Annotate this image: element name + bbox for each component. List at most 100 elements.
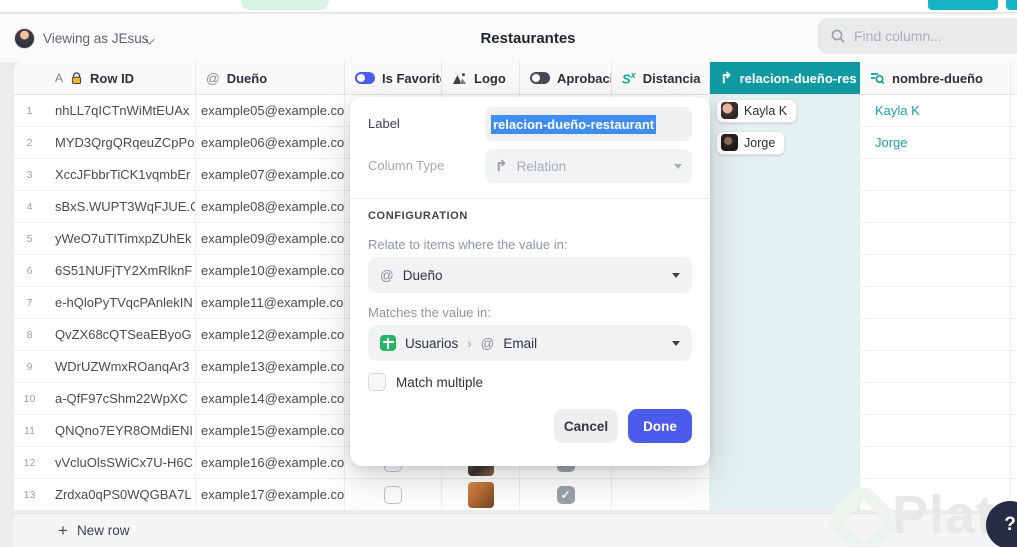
new-row-button[interactable]: New row xyxy=(77,523,130,538)
row-number: 6 xyxy=(26,264,33,277)
relation-chip[interactable]: Jorge xyxy=(716,130,786,155)
aprobacion-checkbox[interactable]: ✓ xyxy=(556,485,575,504)
cell-sliver xyxy=(1011,191,1017,222)
row-number: 7 xyxy=(26,296,33,309)
column-label: Row ID xyxy=(90,70,135,86)
cell-relacion[interactable] xyxy=(710,319,860,350)
cell-nombre-dueno[interactable]: Jorge xyxy=(860,127,1011,158)
relate-to-label: Relate to items where the value in: xyxy=(368,237,568,252)
column-header-relacion-selected[interactable]: ↱ relacion-dueño-res xyxy=(710,62,860,94)
table-footer: + New row xyxy=(14,513,1017,547)
cell-distancia[interactable] xyxy=(612,479,710,510)
cell-dueno[interactable]: example11@example.com xyxy=(196,287,345,318)
cell-dueno[interactable]: example12@example.com xyxy=(196,319,345,350)
cell-aprobacion[interactable]: ✓ xyxy=(520,479,612,510)
cell-nombre-dueno[interactable] xyxy=(860,479,1011,510)
label-input[interactable]: relacion-dueño-restaurant xyxy=(485,107,692,141)
cell-row-id[interactable]: XccJFbbrTiCK1vqmbEr xyxy=(45,159,196,190)
cell-nombre-dueno[interactable] xyxy=(860,383,1011,414)
cell-row-id[interactable]: MYD3QrgQRqeuZCpPo xyxy=(45,127,196,158)
toolbar-button-cut xyxy=(928,0,998,10)
boolean-toggle-icon xyxy=(355,72,375,84)
cell-row-id[interactable]: vVcluOlsSWiCx7U-H6C xyxy=(45,447,196,478)
column-header-logo[interactable]: Logo xyxy=(442,62,520,94)
cell-logo[interactable] xyxy=(442,479,520,510)
cell-row-id[interactable]: Zrdxa0qPS0WQGBA7L xyxy=(45,479,196,510)
search-input[interactable] xyxy=(854,28,1004,44)
cell-row-id[interactable]: e-hQloPyTVqcPAnlekIN xyxy=(45,287,196,318)
column-header-dueno[interactable]: @ Dueño xyxy=(196,62,345,94)
relation-chip[interactable]: Kayla K xyxy=(716,98,798,123)
cell-relacion[interactable] xyxy=(710,191,860,222)
cell-dueno[interactable]: example08@example.com xyxy=(196,191,345,222)
cell-relacion[interactable] xyxy=(710,255,860,286)
cell-nombre-dueno[interactable] xyxy=(860,351,1011,382)
row-number: 2 xyxy=(26,136,33,149)
done-button[interactable]: Done xyxy=(628,409,692,443)
cell-relacion[interactable] xyxy=(710,223,860,254)
cell-nombre-dueno[interactable] xyxy=(860,191,1011,222)
cell-relacion[interactable] xyxy=(710,415,860,446)
cell-relacion[interactable] xyxy=(710,479,860,510)
cell-dueno[interactable]: example13@example.com xyxy=(196,351,345,382)
column-type-dropdown[interactable]: ↱ Relation xyxy=(485,149,692,183)
search-box[interactable] xyxy=(818,18,1017,54)
cell-nombre-dueno[interactable]: Kayla K xyxy=(860,95,1011,126)
cell-relacion[interactable] xyxy=(710,447,860,478)
cell-dueno[interactable]: example17@example.com xyxy=(196,479,345,510)
cell-row-id[interactable]: 6S51NUFjTY2XmRlknF xyxy=(45,255,196,286)
column-header-is-favorite[interactable]: Is Favorite xyxy=(345,62,442,94)
cell-nombre-dueno[interactable] xyxy=(860,319,1011,350)
cell-row-id[interactable]: QvZX68cQTSeaEByoG xyxy=(45,319,196,350)
cell-nombre-dueno[interactable] xyxy=(860,287,1011,318)
column-header-distancia[interactable]: Sx Distancia xyxy=(612,62,710,94)
match-multiple-checkbox[interactable] xyxy=(368,373,386,391)
column-label: Aprobación xyxy=(557,70,611,86)
cell-nombre-dueno[interactable] xyxy=(860,415,1011,446)
cell-nombre-dueno[interactable] xyxy=(860,223,1011,254)
column-type-value: Relation xyxy=(516,158,567,174)
cell-row-id[interactable]: sBxS.WUPT3WqFJUE.C xyxy=(45,191,196,222)
viewing-as-label[interactable]: Viewing as JEsus xyxy=(43,28,149,49)
cell-nombre-dueno[interactable] xyxy=(860,255,1011,286)
cell-relacion[interactable]: Kayla K xyxy=(710,95,860,126)
cell-relacion[interactable] xyxy=(710,159,860,190)
cell-dueno[interactable]: example07@example.com xyxy=(196,159,345,190)
divider xyxy=(350,198,710,199)
top-strip xyxy=(0,0,1017,13)
matches-column-dropdown[interactable]: Usuarios › @ Email xyxy=(368,325,692,361)
user-avatar[interactable] xyxy=(14,28,35,49)
cell-row-id[interactable]: WDrUZWmxROanqAr3 xyxy=(45,351,196,382)
cell-dueno[interactable]: example05@example.com xyxy=(196,95,345,126)
cancel-button[interactable]: Cancel xyxy=(554,409,618,443)
cell-nombre-dueno[interactable] xyxy=(860,447,1011,478)
cell-relacion[interactable]: Jorge xyxy=(710,127,860,158)
edit-column-modal: Label relacion-dueño-restaurant Column T… xyxy=(350,97,710,466)
relate-column-value: Dueño xyxy=(402,267,443,283)
cell-row-id[interactable]: a-QfF97cShm22WpXC xyxy=(45,383,196,414)
cell-nombre-dueno[interactable] xyxy=(860,159,1011,190)
favorite-checkbox[interactable] xyxy=(384,485,402,504)
cell-is-favorite[interactable] xyxy=(345,479,442,510)
cell-dueno[interactable]: example06@example.com xyxy=(196,127,345,158)
cell-dueno[interactable]: example16@example.com xyxy=(196,447,345,478)
table-icon xyxy=(380,335,396,351)
email-type-icon: @ xyxy=(480,335,495,351)
cell-dueno[interactable]: example14@example.com xyxy=(196,383,345,414)
chevron-down-icon xyxy=(674,163,682,169)
cell-dueno[interactable]: example10@example.com xyxy=(196,255,345,286)
relate-column-dropdown[interactable]: @ Dueño xyxy=(368,257,692,293)
cell-relacion[interactable] xyxy=(710,383,860,414)
cell-row-id[interactable]: QNQno7EYR8OMdiENI xyxy=(45,415,196,446)
table-row[interactable]: 13 Zrdxa0qPS0WQGBA7L example17@example.com… xyxy=(14,479,1017,511)
cell-relacion[interactable] xyxy=(710,351,860,382)
column-header-aprobacion[interactable]: Aprobación xyxy=(520,62,612,94)
column-header-row-id[interactable]: A Row ID xyxy=(45,62,196,94)
logo-image[interactable] xyxy=(467,481,494,508)
cell-row-id[interactable]: yWeO7uTITimxpZUhEk xyxy=(45,223,196,254)
cell-row-id[interactable]: nhLL7qICTnWiMtEUAx xyxy=(45,95,196,126)
cell-dueno[interactable]: example15@example.com xyxy=(196,415,345,446)
cell-dueno[interactable]: example09@example.com xyxy=(196,223,345,254)
cell-relacion[interactable] xyxy=(710,287,860,318)
column-header-nombre-dueno[interactable]: nombre-dueño xyxy=(860,62,1011,94)
